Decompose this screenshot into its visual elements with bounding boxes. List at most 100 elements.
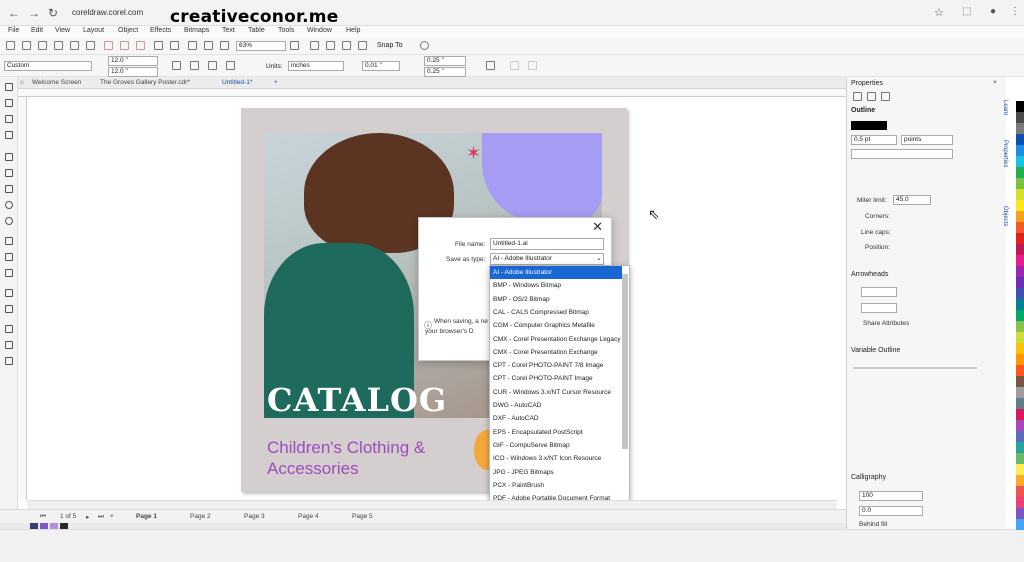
catalog-subtitle[interactable]: Children's Clothing & Accessories bbox=[267, 437, 497, 479]
color-swatch[interactable] bbox=[1016, 475, 1024, 486]
catalog-title[interactable]: CATALOG bbox=[267, 381, 447, 419]
download-icon[interactable] bbox=[70, 41, 79, 50]
freehand-tool-icon[interactable] bbox=[5, 153, 13, 161]
landscape-icon[interactable] bbox=[190, 61, 199, 70]
start-arrowhead-select[interactable] bbox=[861, 287, 897, 297]
fill-tab-icon[interactable] bbox=[867, 92, 876, 101]
behind-fill-checkbox[interactable]: Behind fill bbox=[859, 521, 887, 528]
color-swatch[interactable] bbox=[1016, 211, 1024, 222]
color-swatch[interactable] bbox=[1016, 299, 1024, 310]
reload-icon[interactable]: ↻ bbox=[48, 6, 58, 20]
address-bar[interactable]: coreldraw.corel.com bbox=[72, 8, 143, 17]
color-swatch[interactable] bbox=[1016, 387, 1024, 398]
color-swatch[interactable] bbox=[1016, 464, 1024, 475]
file-type-option[interactable]: CPT - Corel PHOTO-PAINT Image bbox=[490, 372, 622, 385]
page-tab-3[interactable]: Page 3 bbox=[244, 513, 265, 520]
paste-icon[interactable] bbox=[136, 41, 145, 50]
color-swatch[interactable] bbox=[1016, 508, 1024, 519]
file-type-option[interactable]: EPS - Encapsulated PostScript bbox=[490, 426, 622, 439]
color-swatch[interactable] bbox=[1016, 310, 1024, 321]
outline-units-select[interactable]: points bbox=[901, 135, 953, 145]
nudge-distance-field[interactable]: 0.01 " bbox=[362, 61, 400, 71]
color-swatch[interactable] bbox=[1016, 255, 1024, 266]
publish-icon[interactable] bbox=[220, 41, 229, 50]
color-swatch[interactable] bbox=[1016, 420, 1024, 431]
color-swatch[interactable] bbox=[1016, 453, 1024, 464]
outline-tab-icon[interactable] bbox=[853, 92, 862, 101]
file-type-option[interactable]: CUR - Windows 3.x/NT Cursor Resource bbox=[490, 386, 622, 399]
guidelines-icon[interactable] bbox=[358, 41, 367, 50]
transparency-tab-icon[interactable] bbox=[881, 92, 890, 101]
menu-bitmaps[interactable]: Bitmaps bbox=[184, 27, 209, 34]
page-tab-1[interactable]: Page 1 bbox=[136, 513, 157, 520]
file-type-option[interactable]: BMP - OS/2 Bitmap bbox=[490, 293, 622, 306]
tab-untitled-1[interactable]: Untitled-1* bbox=[222, 79, 252, 86]
calligraphy-stretch-field[interactable]: 100 bbox=[859, 491, 923, 501]
eyedropper-tool-icon[interactable] bbox=[5, 325, 13, 333]
chevron-down-icon[interactable]: ⌄ bbox=[596, 254, 602, 262]
full-screen-icon[interactable] bbox=[310, 41, 319, 50]
shape-tool-icon[interactable] bbox=[5, 99, 13, 107]
interactive-fill-icon[interactable] bbox=[5, 341, 13, 349]
profile-icon[interactable]: ● bbox=[990, 6, 996, 17]
duplicate-x-field[interactable]: 0.25 " bbox=[424, 56, 466, 66]
back-icon[interactable]: ← bbox=[8, 6, 20, 20]
color-swatch[interactable] bbox=[1016, 233, 1024, 244]
file-type-option[interactable]: CAL - CALS Compressed Bitmap bbox=[490, 306, 622, 319]
page-tab-4[interactable]: Page 4 bbox=[298, 513, 319, 520]
add-tab-button[interactable]: + bbox=[274, 79, 278, 86]
color-swatch[interactable] bbox=[1016, 156, 1024, 167]
artistic-media-icon[interactable] bbox=[5, 169, 13, 177]
upload-icon[interactable] bbox=[54, 41, 63, 50]
color-swatch[interactable] bbox=[1016, 442, 1024, 453]
menu-object[interactable]: Object bbox=[118, 27, 138, 34]
outline-color-swatch[interactable] bbox=[851, 121, 887, 130]
zoom-level-field[interactable]: 63% bbox=[236, 41, 286, 51]
pick-tool-icon[interactable] bbox=[5, 83, 13, 91]
file-type-option[interactable]: ICO - Windows 3.x/NT Icon Resource bbox=[490, 452, 622, 465]
horizontal-ruler[interactable] bbox=[18, 89, 846, 97]
page-preset-select[interactable]: Custom bbox=[4, 61, 92, 71]
color-swatch[interactable] bbox=[1016, 343, 1024, 354]
save-icon[interactable] bbox=[38, 41, 47, 50]
page-tab-5[interactable]: Page 5 bbox=[352, 513, 373, 520]
menu-effects[interactable]: Effects bbox=[150, 27, 171, 34]
tab-groves-poster[interactable]: The Groves Gallery Poster.cdr* bbox=[100, 79, 190, 86]
file-type-option[interactable]: CGM - Computer Graphics Metafile bbox=[490, 319, 622, 332]
file-type-option[interactable]: CMX - Corel Presentation Exchange bbox=[490, 346, 622, 359]
page-tab-2[interactable]: Page 2 bbox=[190, 513, 211, 520]
file-type-dropdown[interactable]: AI - Adobe Illustrator BMP - Windows Bitm… bbox=[489, 265, 630, 530]
page-width-field[interactable]: 12.0 " bbox=[108, 56, 158, 66]
menu-text[interactable]: Text bbox=[222, 27, 235, 34]
docker-tab-objects[interactable]: Objects bbox=[1002, 206, 1008, 226]
docker-tab-properties[interactable]: Properties bbox=[1002, 140, 1008, 167]
menu-layout[interactable]: Layout bbox=[83, 27, 104, 34]
menu-edit[interactable]: Edit bbox=[31, 27, 43, 34]
snap-to-dropdown[interactable]: Snap To bbox=[377, 42, 403, 49]
end-arrowhead-select[interactable] bbox=[861, 303, 897, 313]
import-icon[interactable] bbox=[188, 41, 197, 50]
panel-close-icon[interactable]: × bbox=[993, 79, 997, 86]
color-swatch[interactable] bbox=[1016, 112, 1024, 123]
shadow-tool-icon[interactable] bbox=[5, 289, 13, 297]
next-page-icon[interactable]: ▸ bbox=[86, 513, 89, 521]
color-swatch[interactable] bbox=[1016, 519, 1024, 530]
crop-tool-icon[interactable] bbox=[5, 115, 13, 123]
color-swatch[interactable] bbox=[1016, 409, 1024, 420]
add-page-icon[interactable]: + bbox=[110, 513, 114, 520]
color-swatch[interactable] bbox=[1016, 178, 1024, 189]
color-swatch[interactable] bbox=[1016, 90, 1024, 101]
portrait-icon[interactable] bbox=[172, 61, 181, 70]
tab-welcome-screen[interactable]: Welcome Screen bbox=[32, 79, 81, 86]
color-swatch[interactable] bbox=[1016, 222, 1024, 233]
undo-icon[interactable] bbox=[154, 41, 163, 50]
file-type-option[interactable]: DXF - AutoCAD bbox=[490, 412, 622, 425]
rectangle-tool-icon[interactable] bbox=[5, 185, 13, 193]
share-attributes-checkbox[interactable]: Share Attributes bbox=[863, 320, 909, 327]
connector-tool-icon[interactable] bbox=[5, 269, 13, 277]
menu-tools[interactable]: Tools bbox=[278, 27, 294, 34]
units-select[interactable]: inches bbox=[288, 61, 344, 71]
miter-limit-field[interactable]: 45.0 bbox=[893, 195, 931, 205]
all-pages-icon[interactable] bbox=[208, 61, 217, 70]
forward-icon[interactable]: → bbox=[28, 6, 40, 20]
